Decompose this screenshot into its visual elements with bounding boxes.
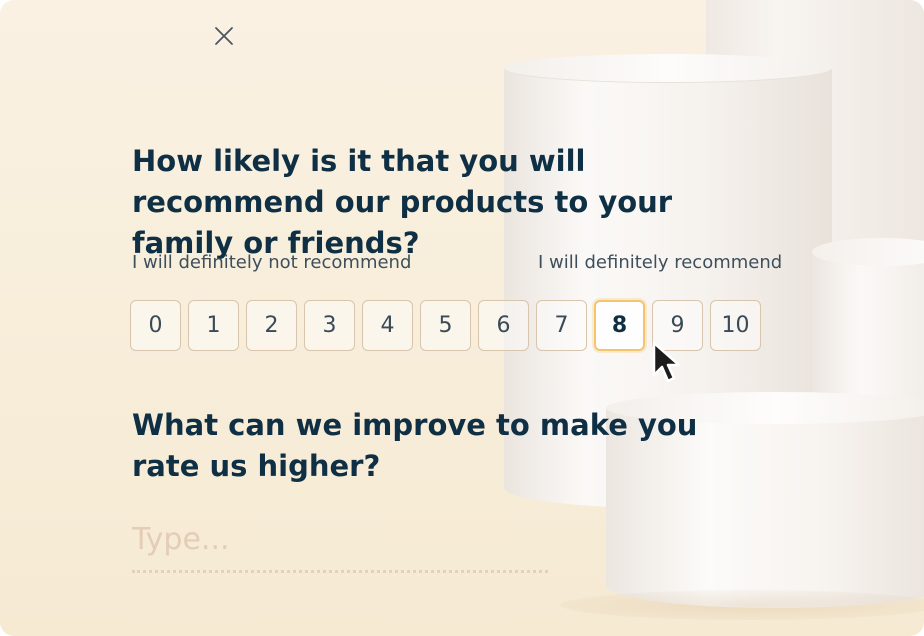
rating-option-7[interactable]: 7 (536, 300, 587, 351)
answer-underline (132, 570, 548, 573)
rating-option-3[interactable]: 3 (304, 300, 355, 351)
rating-option-8[interactable]: 8 (594, 300, 645, 351)
rating-option-1[interactable]: 1 (188, 300, 239, 351)
mouse-pointer-icon (650, 340, 690, 388)
question-improve: What can we improve to make you rate us … (132, 408, 698, 483)
survey-card: How likely is it that you will recommend… (0, 0, 924, 636)
background-shadow (560, 590, 924, 620)
rating-option-5[interactable]: 5 (420, 300, 471, 351)
rating-option-4[interactable]: 4 (362, 300, 413, 351)
rating-option-2[interactable]: 2 (246, 300, 297, 351)
scale-hint-high: I will definitely recommend (538, 252, 783, 273)
rating-option-6[interactable]: 6 (478, 300, 529, 351)
answer-input[interactable] (132, 510, 548, 568)
rating-option-0[interactable]: 0 (130, 300, 181, 351)
question-recommend: How likely is it that you will recommend… (132, 144, 673, 260)
rating-option-10[interactable]: 10 (710, 300, 761, 351)
scale-hint-low: I will definitely not recommend (132, 252, 412, 273)
close-icon[interactable] (213, 25, 235, 47)
